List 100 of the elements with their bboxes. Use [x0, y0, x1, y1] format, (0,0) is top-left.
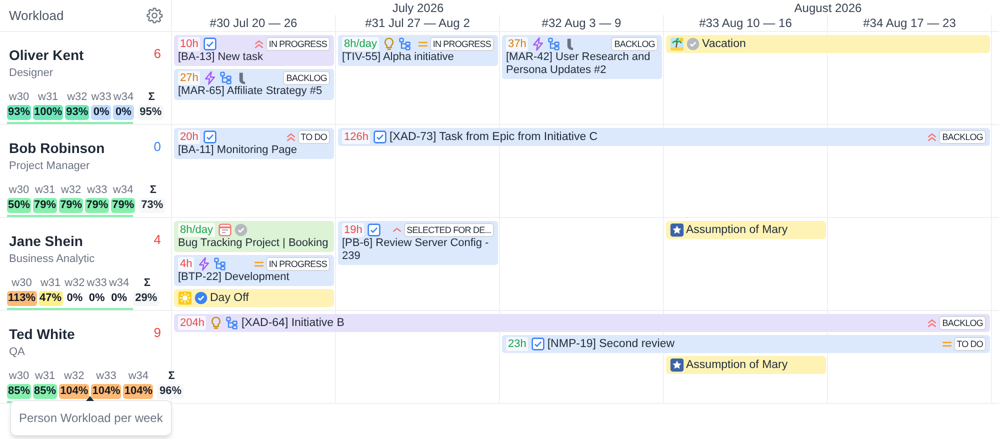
hours-badge: 8h/day — [178, 223, 216, 237]
status-badge: BACKLOG — [939, 316, 986, 330]
week-label: #33 Aug 10 — 16 — [699, 15, 792, 31]
week-label: w32 — [63, 370, 86, 383]
lightning-icon — [197, 257, 212, 271]
person-role: Project Manager — [8, 159, 91, 173]
task-count: 9 — [154, 324, 161, 342]
absence-card[interactable]: Assumption of Mary — [666, 356, 826, 374]
week-label: #32 Aug 3 — 9 — [542, 15, 622, 31]
palm-tree-icon — [670, 37, 684, 51]
card-title: [PB-6] Review Server Config - 239 — [342, 237, 490, 263]
status-badge: SELECTED FOR DE... — [404, 223, 494, 237]
person-role: QA — [8, 345, 26, 359]
week-label: w32 — [66, 91, 88, 104]
hours-badge: 20h — [178, 130, 200, 144]
workload-badge: 79% — [33, 198, 58, 213]
task-card[interactable]: 8h/day IN PROGRESS [TIV-55] Alpha initiative — [338, 35, 498, 66]
week-label: #34 Aug 17 — 23 — [863, 15, 956, 31]
week-label: w33 — [91, 91, 112, 104]
week-label: w30 — [10, 277, 33, 290]
hours-badge: 27h — [178, 71, 200, 85]
card-title: [TIV-55] Alpha initiative — [342, 51, 455, 64]
panel-title: Workload — [9, 6, 64, 25]
status-badge: TO DO — [954, 337, 986, 351]
week-label: #31 Jul 27 — Aug 2 — [365, 15, 470, 31]
task-card[interactable]: 37h BACKLOG [MAR-42] User Research and Persona Updates #2 — [502, 35, 662, 79]
hierarchy-icon — [219, 71, 234, 85]
hierarchy-icon — [547, 37, 562, 51]
week-label: w34 — [112, 184, 134, 197]
hours-badge: 204h — [178, 316, 206, 330]
week-label: w33 — [95, 370, 118, 383]
person-name: Ted White — [9, 325, 75, 344]
lightbulb-icon — [209, 316, 224, 330]
total-workload: 29% — [133, 291, 160, 306]
status-badge: IN PROGRESS — [266, 257, 330, 271]
double-chevron-icon — [284, 131, 297, 143]
card-title: [BTP-22] Development — [178, 271, 290, 284]
hierarchy-icon — [213, 257, 228, 271]
week-label: w31 — [39, 277, 62, 290]
workload-badge: 85% — [7, 384, 32, 399]
task-card[interactable]: 10h IN PROGRESS [BA-13] New task — [174, 35, 334, 66]
tooltip-text: Person Workload per week — [19, 411, 163, 425]
card-title: [XAD-64] Initiative B — [241, 316, 344, 330]
workload-badge: 79% — [85, 198, 110, 213]
workload-badge: 113% — [7, 291, 37, 306]
absence-card[interactable]: Day Off — [174, 289, 334, 307]
week-label: w30 — [8, 370, 30, 383]
task-card[interactable]: 20h TO DO [BA-11] Monitoring Page — [174, 128, 334, 159]
workload-badge: 93% — [65, 105, 90, 120]
task-count: 0 — [154, 138, 161, 156]
check-badge-icon — [686, 37, 700, 51]
star-icon — [670, 358, 684, 372]
task-card[interactable]: 126h [XAD-73] Task from Epic from Initiative C BACKLOG — [338, 128, 990, 146]
task-card[interactable]: 4h IN PROGRESS [BTP-22] Development — [174, 255, 334, 286]
status-badge: IN PROGRESS — [430, 37, 494, 51]
card-title: Day Off — [210, 291, 249, 305]
week-label: w33 — [86, 184, 108, 197]
absence-card[interactable]: Assumption of Mary — [666, 221, 826, 239]
workload-value: 0% — [66, 291, 84, 306]
workload-badge: 104% — [59, 384, 90, 399]
hours-badge: 10h — [178, 37, 200, 51]
task-card[interactable]: 8h/day Bug Tracking Project | Booking — [174, 221, 334, 252]
hierarchy-icon — [225, 316, 240, 330]
check-badge-icon — [194, 291, 208, 305]
checkbox-icon — [367, 223, 382, 237]
task-card[interactable]: 23h [NMP-19] Second review TO DO — [502, 335, 990, 353]
week-label: w30 — [8, 91, 30, 104]
card-title: Assumption of Mary — [686, 358, 788, 372]
double-chevron-icon — [926, 131, 938, 143]
week-label: w30 — [8, 184, 30, 197]
settings-icon[interactable] — [146, 7, 163, 24]
task-card[interactable]: 19h SELECTED FOR DE... [PB-6] Review Server Config - 239 — [338, 221, 498, 265]
task-card[interactable]: 27h BACKLOG [MAR-65] Affiliate Strategy #5 — [174, 69, 334, 100]
workload-value: 0% — [88, 291, 106, 306]
status-badge: IN PROGRESS — [266, 37, 330, 51]
lightning-icon — [531, 37, 546, 51]
task-count: 6 — [154, 45, 161, 63]
card-title: [MAR-65] Affiliate Strategy #5 — [178, 85, 324, 98]
workload-badge: 0% — [91, 105, 112, 120]
total-workload: 73% — [139, 198, 166, 213]
card-title: Assumption of Mary — [686, 223, 788, 237]
workload-badge: 93% — [7, 105, 32, 120]
person-name: Bob Robinson — [9, 139, 105, 158]
card-title: [BA-13] New task — [178, 51, 264, 64]
absence-card[interactable]: Vacation — [666, 35, 990, 53]
card-title: [NMP-19] Second review — [547, 337, 675, 351]
sum-label: Σ — [167, 370, 176, 383]
workload-value: 0% — [110, 291, 128, 306]
workload-badge: 50% — [7, 198, 32, 213]
task-count: 4 — [154, 231, 161, 249]
total-workload: 95% — [138, 105, 164, 120]
task-card[interactable]: 204h [XAD-64] Initiative B BACKLOG — [174, 314, 990, 332]
calendar-icon — [218, 223, 232, 237]
week-label: w31 — [34, 184, 56, 197]
checkbox-icon — [373, 130, 388, 144]
card-title: [XAD-73] Task from Epic from Initiative C — [389, 130, 598, 144]
card-title: Bug Tracking Project | Booking — [178, 237, 330, 250]
hours-badge: 19h — [342, 223, 364, 237]
week-label: w31 — [34, 370, 56, 383]
workload-badge: 100% — [33, 105, 64, 120]
